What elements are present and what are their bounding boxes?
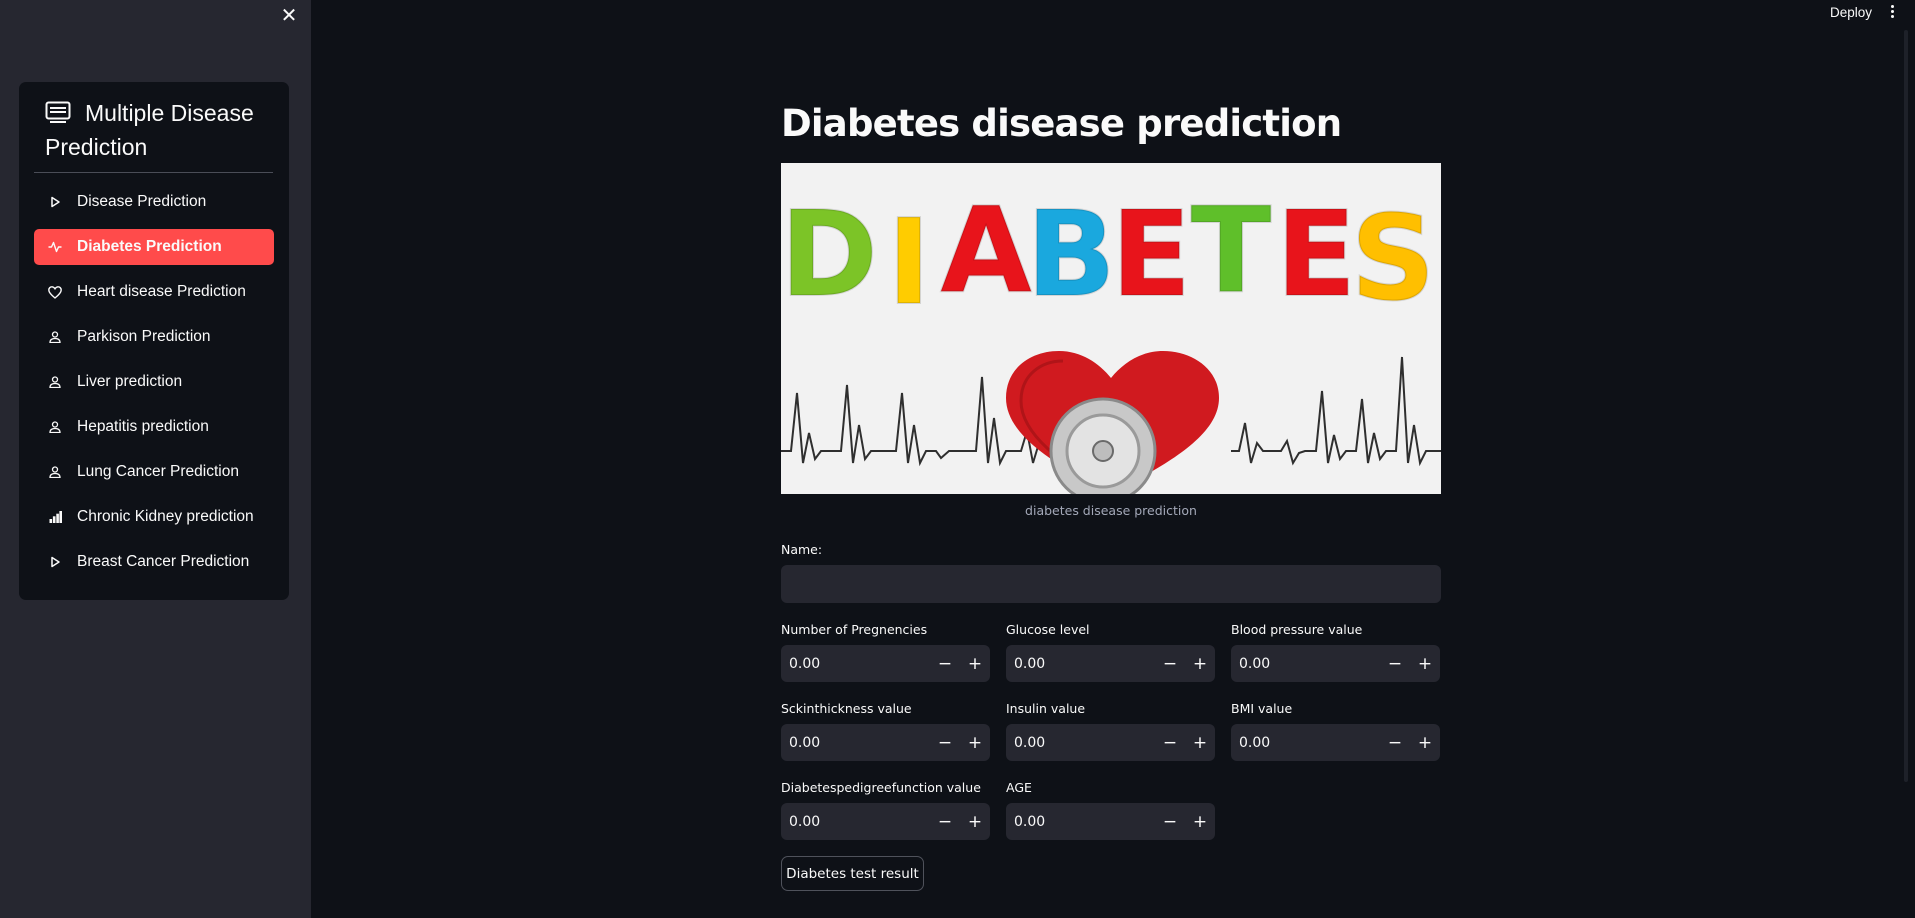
menu-title-text: Multiple Disease Prediction bbox=[45, 100, 254, 160]
pedigree-function-input: − + bbox=[781, 803, 990, 840]
name-input[interactable] bbox=[781, 565, 1441, 603]
field-label: Glucose level bbox=[1006, 622, 1090, 637]
decrement-button[interactable]: − bbox=[1155, 803, 1185, 840]
menu-item-label: Breast Cancer Prediction bbox=[77, 553, 250, 570]
kebab-menu-icon[interactable] bbox=[1885, 3, 1899, 23]
menu-item-label: Liver prediction bbox=[77, 373, 183, 390]
deploy-button[interactable]: Deploy bbox=[1825, 3, 1877, 23]
blood-pressure-input: − + bbox=[1231, 645, 1440, 682]
age-input: − + bbox=[1006, 803, 1215, 840]
play-icon bbox=[48, 555, 62, 569]
increment-button[interactable]: + bbox=[1410, 724, 1440, 761]
decrement-button[interactable]: − bbox=[1155, 724, 1185, 761]
increment-button[interactable]: + bbox=[1185, 645, 1215, 682]
sidebar: ✕ Multiple Disease Prediction Disease Pr… bbox=[0, 0, 311, 918]
field-label: Blood pressure value bbox=[1231, 622, 1363, 637]
menu-item-liver-prediction[interactable]: Liver prediction bbox=[34, 364, 274, 400]
increment-button[interactable]: + bbox=[960, 645, 990, 682]
scrollbar-thumb[interactable] bbox=[1904, 30, 1908, 782]
banner-letter: A bbox=[940, 181, 1031, 319]
increment-button[interactable]: + bbox=[1185, 803, 1215, 840]
menu-item-label: Parkison Prediction bbox=[77, 328, 211, 345]
heart-icon bbox=[48, 285, 62, 299]
bmi-value[interactable] bbox=[1231, 733, 1380, 752]
menu-item-hepatitis-prediction[interactable]: Hepatitis prediction bbox=[34, 409, 274, 445]
banner-letter: S bbox=[1351, 189, 1436, 327]
menu-divider bbox=[34, 172, 273, 173]
page-title: Diabetes disease prediction bbox=[781, 102, 1342, 145]
decrement-button[interactable]: − bbox=[930, 645, 960, 682]
list-card-icon bbox=[45, 101, 71, 123]
banner-letter: E bbox=[1111, 185, 1192, 323]
field-label: Insulin value bbox=[1006, 701, 1086, 716]
person-icon bbox=[48, 465, 62, 479]
banner-letter: D bbox=[781, 185, 878, 323]
option-menu: Multiple Disease Prediction Disease Pred… bbox=[19, 82, 289, 600]
decrement-button[interactable]: − bbox=[930, 803, 960, 840]
increment-button[interactable]: + bbox=[1185, 724, 1215, 761]
bar-chart-icon bbox=[48, 510, 62, 524]
banner-image: D I A B E T E S bbox=[781, 163, 1441, 494]
blood-pressure-value[interactable] bbox=[1231, 654, 1380, 673]
age-value[interactable] bbox=[1006, 812, 1155, 831]
increment-button[interactable]: + bbox=[960, 724, 990, 761]
menu-item-label: Lung Cancer Prediction bbox=[77, 463, 239, 480]
name-label: Name: bbox=[781, 542, 823, 557]
menu-item-label: Chronic Kidney prediction bbox=[77, 508, 254, 525]
menu-item-label: Diabetes Prediction bbox=[77, 238, 222, 255]
increment-button[interactable]: + bbox=[1410, 645, 1440, 682]
menu-item-heart-disease-prediction[interactable]: Heart disease Prediction bbox=[34, 274, 274, 310]
skin-thickness-input: − + bbox=[781, 724, 990, 761]
insulin-value[interactable] bbox=[1006, 733, 1155, 752]
decrement-button[interactable]: − bbox=[930, 724, 960, 761]
close-icon[interactable]: ✕ bbox=[278, 4, 300, 26]
field-label: Diabetespedigreefunction value bbox=[781, 780, 981, 795]
menu-item-disease-prediction[interactable]: Disease Prediction bbox=[34, 184, 274, 220]
decrement-button[interactable]: − bbox=[1380, 645, 1410, 682]
pedigree-function-value[interactable] bbox=[781, 812, 930, 831]
decrement-button[interactable]: − bbox=[1155, 645, 1185, 682]
menu-item-label: Hepatitis prediction bbox=[77, 418, 209, 435]
play-icon bbox=[48, 195, 62, 209]
person-icon bbox=[48, 420, 62, 434]
menu-item-parkison-prediction[interactable]: Parkison Prediction bbox=[34, 319, 274, 355]
field-label: AGE bbox=[1006, 780, 1032, 795]
field-label: Number of Pregnencies bbox=[781, 622, 928, 637]
field-label: Sckinthickness value bbox=[781, 701, 912, 716]
menu-item-diabetes-prediction[interactable]: Diabetes Prediction bbox=[34, 229, 274, 265]
field-label: BMI value bbox=[1231, 701, 1293, 716]
banner-caption: diabetes disease prediction bbox=[1025, 503, 1197, 518]
decrement-button[interactable]: − bbox=[1380, 724, 1410, 761]
banner-letter: T bbox=[1191, 181, 1272, 319]
bmi-input: − + bbox=[1231, 724, 1440, 761]
banner-letter: I bbox=[887, 193, 931, 331]
person-icon bbox=[48, 375, 62, 389]
increment-button[interactable]: + bbox=[960, 803, 990, 840]
person-icon bbox=[48, 330, 62, 344]
glucose-value[interactable] bbox=[1006, 654, 1155, 673]
menu-title: Multiple Disease Prediction bbox=[45, 96, 275, 164]
banner-letter: B bbox=[1026, 185, 1116, 323]
menu-item-lung-cancer-prediction[interactable]: Lung Cancer Prediction bbox=[34, 454, 274, 490]
glucose-input: − + bbox=[1006, 645, 1215, 682]
scrollbar[interactable] bbox=[1904, 30, 1910, 782]
banner-letter: E bbox=[1276, 185, 1357, 323]
menu-item-label: Disease Prediction bbox=[77, 193, 207, 210]
menu-item-breast-cancer-prediction[interactable]: Breast Cancer Prediction bbox=[34, 544, 274, 580]
pregnancies-input: − + bbox=[781, 645, 990, 682]
pregnancies-value[interactable] bbox=[781, 654, 930, 673]
activity-icon bbox=[48, 240, 62, 254]
skin-thickness-value[interactable] bbox=[781, 733, 930, 752]
menu-item-label: Heart disease Prediction bbox=[77, 283, 246, 300]
diabetes-test-result-button[interactable]: Diabetes test result bbox=[781, 856, 924, 891]
menu-item-chronic-kidney-prediction[interactable]: Chronic Kidney prediction bbox=[34, 499, 274, 535]
insulin-input: − + bbox=[1006, 724, 1215, 761]
